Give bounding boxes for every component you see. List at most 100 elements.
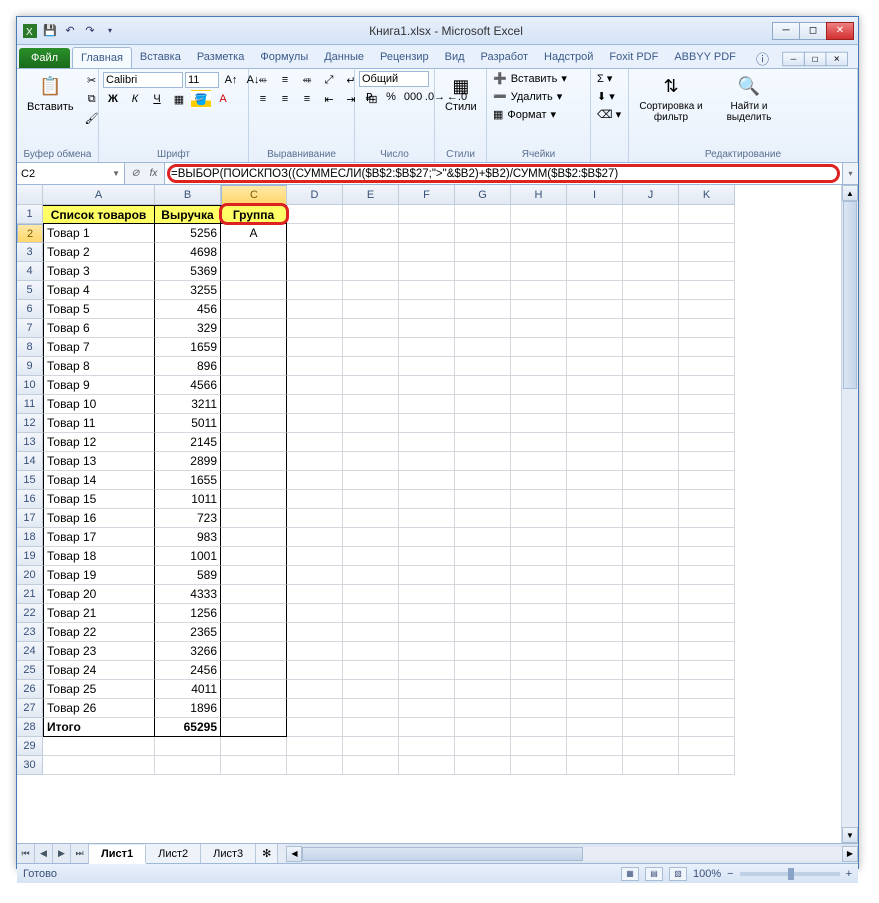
empty-cell[interactable]: [343, 585, 399, 604]
empty-cell[interactable]: [343, 376, 399, 395]
cell-a-21[interactable]: Товар 20: [43, 585, 155, 604]
empty-cell[interactable]: [623, 338, 679, 357]
cell-b-3[interactable]: 4698: [155, 243, 221, 262]
cell-a-3[interactable]: Товар 2: [43, 243, 155, 262]
empty-cell[interactable]: [679, 756, 735, 775]
cell-b-18[interactable]: 983: [155, 528, 221, 547]
empty-cell[interactable]: [399, 205, 455, 224]
cell-c-2[interactable]: A: [221, 224, 287, 243]
cell-a-24[interactable]: Товар 23: [43, 642, 155, 661]
column-header-D[interactable]: D: [287, 185, 343, 205]
empty-cell[interactable]: [623, 471, 679, 490]
cell-b-12[interactable]: 5011: [155, 414, 221, 433]
empty-cell[interactable]: [455, 528, 511, 547]
cell-c-15[interactable]: [221, 471, 287, 490]
empty-cell[interactable]: [221, 756, 287, 775]
cell-b-4[interactable]: 5369: [155, 262, 221, 281]
cell-c-18[interactable]: [221, 528, 287, 547]
sheet-nav-last[interactable]: ⏭: [71, 844, 89, 863]
empty-cell[interactable]: [567, 509, 623, 528]
row-header-3[interactable]: 3: [17, 243, 43, 262]
empty-cell[interactable]: [343, 680, 399, 699]
empty-cell[interactable]: [399, 300, 455, 319]
empty-cell[interactable]: [455, 338, 511, 357]
empty-cell[interactable]: [455, 262, 511, 281]
empty-cell[interactable]: [623, 509, 679, 528]
row-header-28[interactable]: 28: [17, 718, 43, 737]
bold-button[interactable]: Ж: [103, 90, 123, 108]
empty-cell[interactable]: [455, 205, 511, 224]
empty-cell[interactable]: [623, 585, 679, 604]
empty-cell[interactable]: [343, 718, 399, 737]
fill-button[interactable]: ⬇ ▾: [595, 89, 617, 104]
empty-cell[interactable]: [511, 699, 567, 718]
cell-b-9[interactable]: 896: [155, 357, 221, 376]
empty-cell[interactable]: [399, 357, 455, 376]
empty-cell[interactable]: [679, 243, 735, 262]
decrease-indent-button[interactable]: ⇤: [319, 90, 339, 108]
cell-b-5[interactable]: 3255: [155, 281, 221, 300]
empty-cell[interactable]: [155, 737, 221, 756]
empty-cell[interactable]: [511, 566, 567, 585]
empty-cell[interactable]: [287, 300, 343, 319]
row-header-6[interactable]: 6: [17, 300, 43, 319]
cell-c-19[interactable]: [221, 547, 287, 566]
empty-cell[interactable]: [679, 452, 735, 471]
empty-cell[interactable]: [623, 699, 679, 718]
empty-cell[interactable]: [623, 395, 679, 414]
find-select-button[interactable]: 🔍 Найти и выделить: [711, 71, 787, 125]
empty-cell[interactable]: [455, 604, 511, 623]
cell-a-12[interactable]: Товар 11: [43, 414, 155, 433]
cell-b-15[interactable]: 1655: [155, 471, 221, 490]
empty-cell[interactable]: [567, 376, 623, 395]
paste-button[interactable]: 📋 Вставить: [21, 71, 80, 115]
empty-cell[interactable]: [511, 243, 567, 262]
empty-cell[interactable]: [343, 414, 399, 433]
hscroll-left[interactable]: ◀: [286, 846, 302, 862]
empty-cell[interactable]: [455, 414, 511, 433]
new-sheet-button[interactable]: ✻: [256, 844, 278, 863]
cell-b-14[interactable]: 2899: [155, 452, 221, 471]
cell-c-5[interactable]: [221, 281, 287, 300]
empty-cell[interactable]: [343, 623, 399, 642]
sort-filter-button[interactable]: ⇅ Сортировка и фильтр: [633, 71, 709, 125]
empty-cell[interactable]: [399, 395, 455, 414]
cell-c-4[interactable]: [221, 262, 287, 281]
empty-cell[interactable]: [679, 680, 735, 699]
row-header-11[interactable]: 11: [17, 395, 43, 414]
hscroll-thumb[interactable]: [302, 847, 583, 861]
empty-cell[interactable]: [399, 262, 455, 281]
empty-cell[interactable]: [287, 528, 343, 547]
cell-a-16[interactable]: Товар 15: [43, 490, 155, 509]
empty-cell[interactable]: [623, 281, 679, 300]
empty-cell[interactable]: [399, 699, 455, 718]
cell-a-27[interactable]: Товар 26: [43, 699, 155, 718]
styles-button[interactable]: ▦ Стили: [439, 71, 483, 115]
empty-cell[interactable]: [511, 604, 567, 623]
empty-cell[interactable]: [567, 490, 623, 509]
empty-cell[interactable]: [287, 319, 343, 338]
empty-cell[interactable]: [623, 300, 679, 319]
empty-cell[interactable]: [287, 452, 343, 471]
empty-cell[interactable]: [287, 376, 343, 395]
empty-cell[interactable]: [567, 699, 623, 718]
empty-cell[interactable]: [679, 262, 735, 281]
maximize-button[interactable]: ◻: [799, 22, 827, 40]
empty-cell[interactable]: [399, 756, 455, 775]
cancel-formula-icon[interactable]: ⊘: [128, 166, 144, 182]
font-size-select[interactable]: [185, 72, 219, 88]
cell-c-6[interactable]: [221, 300, 287, 319]
empty-cell[interactable]: [567, 224, 623, 243]
empty-cell[interactable]: [511, 547, 567, 566]
column-header-A[interactable]: A: [43, 185, 155, 205]
empty-cell[interactable]: [511, 528, 567, 547]
cell-b-17[interactable]: 723: [155, 509, 221, 528]
sheet-nav-first[interactable]: ⏮: [17, 844, 35, 863]
empty-cell[interactable]: [623, 243, 679, 262]
empty-cell[interactable]: [511, 414, 567, 433]
cell-b-19[interactable]: 1001: [155, 547, 221, 566]
empty-cell[interactable]: [287, 205, 343, 224]
empty-cell[interactable]: [623, 623, 679, 642]
empty-cell[interactable]: [567, 547, 623, 566]
cell-a-6[interactable]: Товар 5: [43, 300, 155, 319]
